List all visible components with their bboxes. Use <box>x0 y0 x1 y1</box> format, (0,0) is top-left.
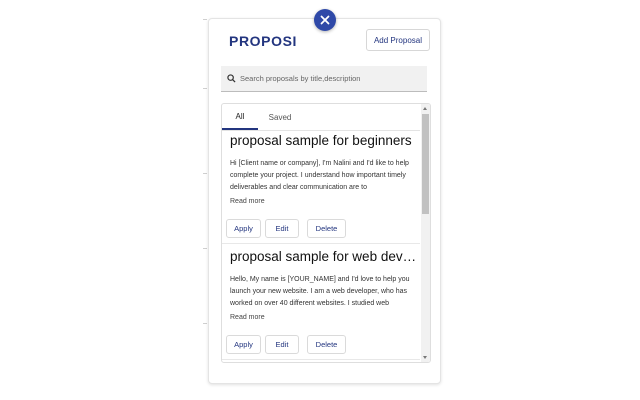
proposal-card: proposal sample for web devel... Hello, … <box>222 247 420 360</box>
close-icon <box>320 15 330 25</box>
proposals-panel: All Saved proposal sample for beginners … <box>221 103 431 363</box>
tab-all[interactable]: All <box>222 104 258 130</box>
scrollbar-thumb[interactable] <box>422 114 429 214</box>
edit-button[interactable]: Edit <box>265 335 299 354</box>
proposal-list[interactable]: proposal sample for beginners Hi [Client… <box>222 131 420 362</box>
delete-button[interactable]: Delete <box>307 219 346 238</box>
scroll-up-arrow-icon[interactable] <box>423 107 427 110</box>
tab-saved[interactable]: Saved <box>262 104 298 130</box>
search-bar <box>221 66 427 92</box>
add-proposal-button[interactable]: Add Proposal <box>365 29 430 51</box>
tab-bar: All Saved <box>222 104 420 131</box>
background-dash <box>203 19 207 20</box>
proposi-popup: PROPOSI Add Proposal All Saved proposal … <box>208 18 441 384</box>
read-more-link[interactable]: Read more <box>230 314 265 321</box>
read-more-link[interactable]: Read more <box>230 198 265 205</box>
apply-button[interactable]: Apply <box>226 335 261 354</box>
background-dash <box>203 248 207 249</box>
proposal-title: proposal sample for beginners <box>230 133 412 148</box>
proposal-preview: Hi [Client name or company], I'm Nalini … <box>230 160 409 191</box>
app-logo: PROPOSI <box>229 33 297 49</box>
delete-button[interactable]: Delete <box>307 335 346 354</box>
search-input[interactable] <box>240 74 420 83</box>
search-icon <box>227 74 236 83</box>
background-dash <box>203 323 207 324</box>
proposal-card: proposal sample for beginners Hi [Client… <box>222 131 420 244</box>
apply-button[interactable]: Apply <box>226 219 261 238</box>
close-button[interactable] <box>314 9 336 31</box>
vertical-scrollbar[interactable] <box>421 104 430 362</box>
proposal-preview: Hello, My name is [YOUR_NAME] and I'd lo… <box>230 276 410 307</box>
background-dash <box>203 173 207 174</box>
edit-button[interactable]: Edit <box>265 219 299 238</box>
background-dash <box>203 88 207 89</box>
scroll-down-arrow-icon[interactable] <box>423 356 427 359</box>
proposal-title: proposal sample for web devel... <box>230 249 418 264</box>
